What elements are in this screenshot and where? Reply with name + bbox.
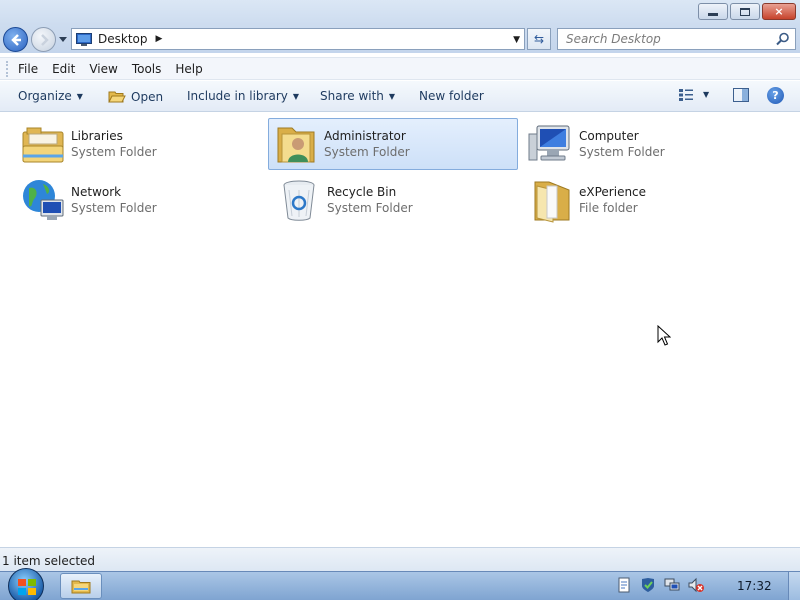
- minimize-button[interactable]: [698, 3, 728, 20]
- menu-help[interactable]: Help: [175, 62, 202, 76]
- new-folder-label: New folder: [419, 89, 484, 103]
- item-libraries[interactable]: Libraries System Folder: [16, 118, 266, 170]
- start-button[interactable]: [8, 568, 44, 600]
- close-button[interactable]: ×: [762, 3, 796, 20]
- explorer-folder-icon: [71, 580, 91, 594]
- back-arrow-icon: [10, 33, 21, 46]
- open-button[interactable]: Open: [108, 89, 163, 104]
- caption-buttons: ×: [698, 3, 796, 20]
- user-folder-icon: [271, 119, 321, 169]
- item-text: Network System Folder: [71, 184, 157, 216]
- chevron-down-icon: ▼: [76, 91, 83, 101]
- help-icon[interactable]: ?: [767, 87, 784, 104]
- item-type: System Folder: [324, 145, 410, 159]
- minimize-icon: [708, 12, 718, 16]
- network-tray-icon[interactable]: [664, 577, 680, 593]
- menu-edit[interactable]: Edit: [52, 62, 75, 76]
- menu-bar: File Edit View Tools Help: [0, 57, 800, 80]
- open-folder-icon: [108, 91, 126, 103]
- folder-icon: [526, 175, 576, 225]
- item-type: System Folder: [327, 201, 413, 215]
- search-box[interactable]: [557, 28, 796, 50]
- volume-muted-icon[interactable]: [688, 577, 704, 593]
- forward-button[interactable]: [31, 27, 56, 52]
- close-icon: ×: [774, 5, 784, 18]
- title-bar: ×: [0, 0, 800, 25]
- item-type: File folder: [579, 201, 638, 215]
- address-dropdown-icon[interactable]: ▼: [513, 35, 520, 45]
- organize-button[interactable]: Organize ▼: [18, 89, 83, 103]
- share-with-button[interactable]: Share with ▼: [320, 89, 395, 103]
- menu-tools[interactable]: Tools: [132, 62, 162, 76]
- item-text: Libraries System Folder: [71, 128, 157, 160]
- item-recycle-bin[interactable]: Recycle Bin System Folder: [272, 174, 522, 226]
- search-input[interactable]: [558, 29, 768, 49]
- menu-file[interactable]: File: [18, 62, 38, 76]
- refresh-icon: ⇆: [533, 32, 545, 46]
- item-type: System Folder: [579, 145, 665, 159]
- item-administrator[interactable]: Administrator System Folder: [268, 118, 518, 170]
- item-type: System Folder: [71, 201, 157, 215]
- forward-arrow-icon: [40, 33, 49, 46]
- file-list: Libraries System Folder Administrator Sy…: [0, 113, 800, 547]
- organize-label: Organize: [18, 89, 72, 103]
- action-center-icon[interactable]: [640, 577, 656, 593]
- item-experience[interactable]: eXPerience File folder: [524, 174, 774, 226]
- item-name: Administrator: [324, 129, 406, 143]
- taskbar-clock[interactable]: 17:32: [737, 579, 772, 593]
- item-text: eXPerience File folder: [579, 184, 646, 216]
- restore-button[interactable]: [730, 3, 760, 20]
- item-type: System Folder: [71, 145, 157, 159]
- item-name: Computer: [579, 129, 639, 143]
- item-name: Network: [71, 185, 122, 199]
- menu-grip: [6, 60, 10, 77]
- desktop-icon: [76, 32, 92, 46]
- document-tray-icon[interactable]: [616, 577, 632, 593]
- include-in-library-label: Include in library: [187, 89, 288, 103]
- taskbar: 17:32: [0, 568, 800, 600]
- item-name: Libraries: [71, 129, 123, 143]
- libraries-icon: [18, 119, 68, 169]
- item-name: eXPerience: [579, 185, 647, 199]
- address-location[interactable]: Desktop: [98, 32, 148, 46]
- recycle-bin-icon: [274, 175, 324, 225]
- item-computer[interactable]: Computer System Folder: [524, 118, 774, 170]
- item-name: Recycle Bin: [327, 185, 397, 199]
- status-text: 1 item selected: [2, 554, 96, 568]
- new-folder-button[interactable]: New folder: [419, 89, 484, 103]
- chevron-down-icon: ▼: [292, 91, 300, 101]
- network-icon: [18, 175, 68, 225]
- taskbar-explorer-button[interactable]: [60, 573, 102, 599]
- item-text: Administrator System Folder: [324, 128, 410, 160]
- restore-icon: [740, 7, 750, 16]
- view-options-dropdown-icon[interactable]: ▼: [703, 90, 709, 99]
- breadcrumb-chevron-icon[interactable]: ▶: [156, 34, 163, 44]
- status-bar: 1 item selected: [0, 547, 800, 571]
- refresh-button[interactable]: ⇆: [527, 28, 551, 50]
- computer-icon: [526, 119, 576, 169]
- item-network[interactable]: Network System Folder: [16, 174, 266, 226]
- share-with-label: Share with: [320, 89, 384, 103]
- include-in-library-button[interactable]: Include in library ▼: [187, 89, 299, 103]
- chevron-down-icon: ▼: [388, 91, 396, 101]
- show-desktop-button[interactable]: [788, 572, 800, 600]
- back-button[interactable]: [3, 27, 28, 52]
- system-tray: [616, 577, 704, 593]
- menu-view[interactable]: View: [89, 62, 117, 76]
- preview-pane-icon[interactable]: [733, 88, 749, 102]
- navigation-bar: Desktop ▶ ▼ ⇆: [0, 25, 800, 53]
- address-bar[interactable]: Desktop ▶ ▼: [71, 28, 525, 50]
- recent-pages-dropdown-icon[interactable]: [58, 34, 68, 44]
- item-text: Computer System Folder: [579, 128, 665, 160]
- change-view-icon[interactable]: [678, 88, 694, 102]
- windows-logo-icon: [18, 579, 36, 595]
- mouse-cursor-icon: [657, 325, 671, 346]
- search-icon[interactable]: [776, 32, 790, 46]
- item-text: Recycle Bin System Folder: [327, 184, 413, 216]
- open-label: Open: [131, 89, 164, 104]
